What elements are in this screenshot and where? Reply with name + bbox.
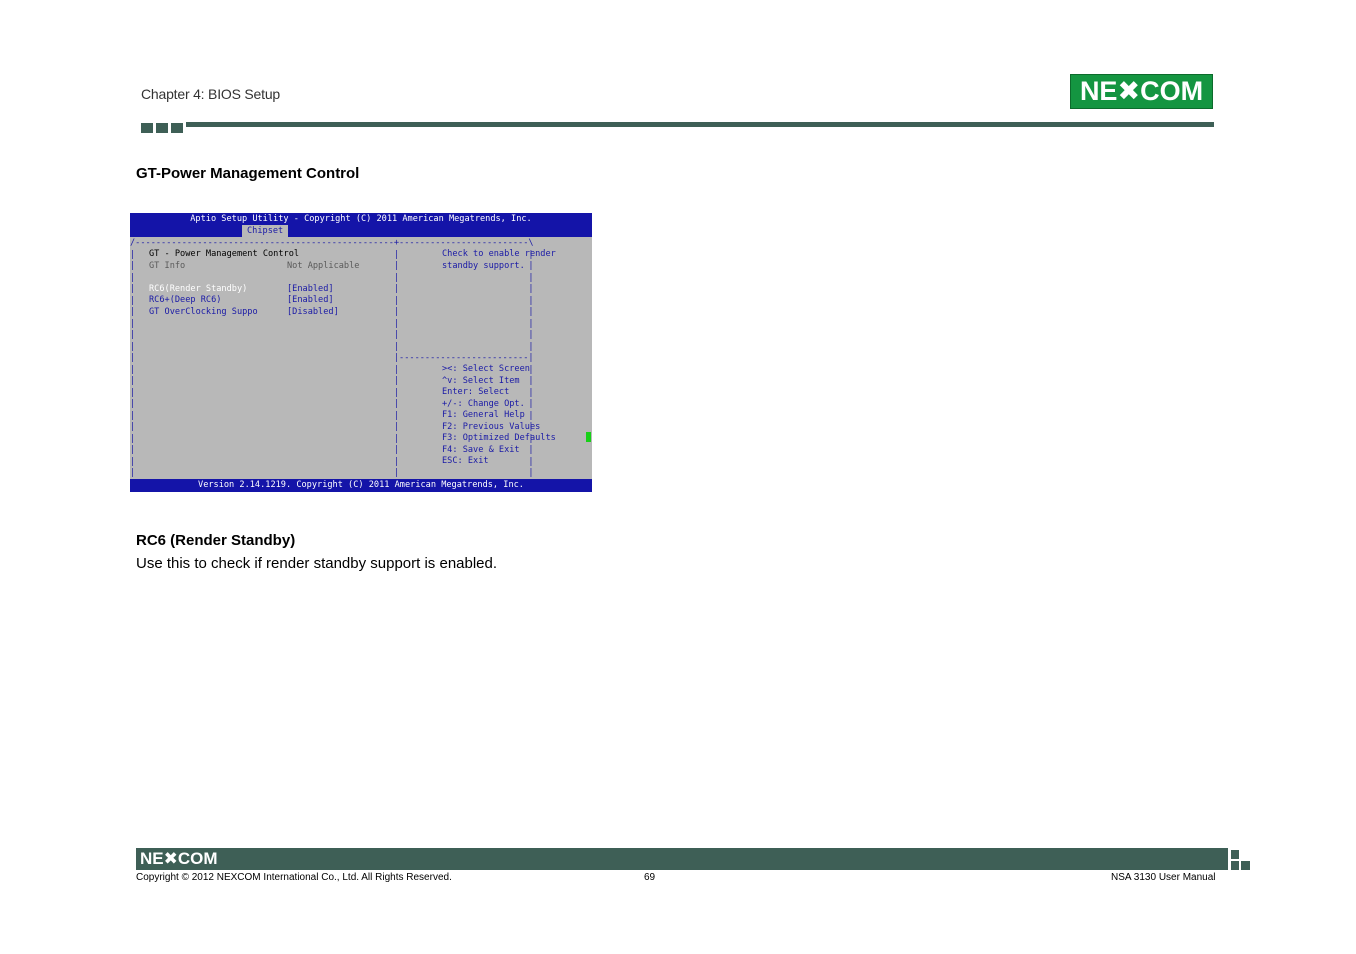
menu-item-rc6-plus[interactable]: RC6+(Deep RC6) — [149, 295, 221, 307]
key-esc: ESC: Exit — [442, 456, 489, 466]
scrollbar-marker — [586, 432, 591, 442]
menu-item-gt-info: GT Info — [149, 261, 186, 271]
section-heading: GT-Power Management Control — [136, 165, 360, 182]
header-blocks — [141, 123, 183, 133]
help-line-2: standby support. — [442, 261, 525, 271]
item-description: Use this to check if render standby supp… — [136, 555, 498, 572]
key-f3: F3: Optimized Defaults — [442, 433, 556, 443]
key-f4: F4: Save & Exit — [442, 445, 520, 455]
bios-title: Aptio Setup Utility - Copyright (C) 2011… — [190, 214, 532, 224]
nexcom-logo: NE✖COM — [1070, 74, 1213, 109]
footer-bar — [136, 848, 1228, 870]
key-f1: F1: General Help — [442, 410, 525, 420]
footer-copyright: Copyright © 2012 NEXCOM International Co… — [136, 872, 452, 883]
key-f2: F2: Previous Values — [442, 422, 541, 432]
menu-value-rc6[interactable]: [Enabled] — [287, 284, 334, 296]
menu-value-gt-overclocking[interactable]: [Disabled] — [287, 307, 339, 319]
menu-value-rc6-plus[interactable]: [Enabled] — [287, 295, 334, 307]
key-select-screen: ><: Select Screen — [442, 364, 530, 374]
footer-squares — [1231, 850, 1251, 872]
footer-manual-name: NSA 3130 User Manual — [1111, 872, 1216, 883]
menu-value-gt-info: Not Applicable — [287, 261, 360, 271]
key-change-opt: +/-: Change Opt. — [442, 399, 525, 409]
footer-page-number: 69 — [644, 872, 656, 883]
item-heading: RC6 (Render Standby) — [136, 532, 296, 549]
bios-screen: Aptio Setup Utility - Copyright (C) 2011… — [130, 213, 592, 492]
key-select-item: ^v: Select Item — [442, 376, 520, 386]
menu-item-rc6[interactable]: RC6(Render Standby) — [149, 284, 247, 296]
tab-chipset[interactable]: Chipset — [242, 225, 289, 237]
menu-item-gt-overclocking[interactable]: GT OverClocking Suppo — [149, 307, 258, 319]
bios-title-bar: Aptio Setup Utility - Copyright (C) 2011… — [130, 213, 592, 237]
menu-heading: GT - Power Management Control — [149, 249, 300, 259]
help-line-1: Check to enable render — [442, 249, 556, 259]
header-rule — [186, 122, 1214, 127]
logo-text: NE✖COM — [1079, 76, 1204, 106]
key-enter: Enter: Select — [442, 387, 510, 397]
footer-logo: NE✖COM — [140, 849, 218, 868]
bios-version-bar: Version 2.14.1219. Copyright (C) 2011 Am… — [130, 479, 592, 492]
chapter-title: Chapter 4: BIOS Setup — [141, 86, 280, 102]
